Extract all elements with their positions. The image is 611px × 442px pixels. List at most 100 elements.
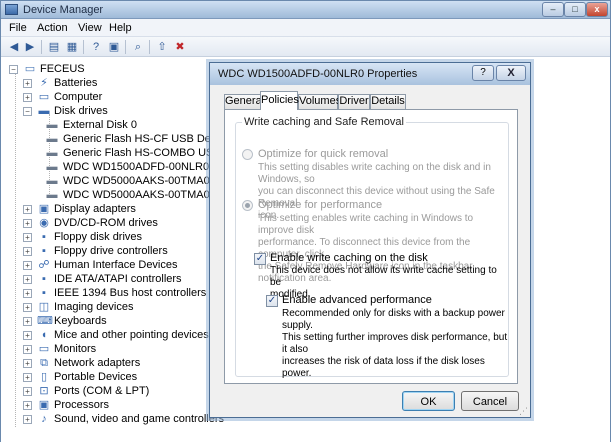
properties-icon[interactable]: ▣ [107,40,121,54]
menu-file[interactable]: File [9,22,27,34]
device-manager-icon [5,4,18,15]
tree-item-label: Ports (COM & LPT) [54,385,150,397]
properties-dialog: WDC WD1500ADFD-00NLR0 Properties ? X Gen… [209,62,531,418]
maximize-button[interactable]: □ [564,2,586,17]
expander[interactable]: + [23,331,32,340]
device-category-icon: ◉ [39,217,49,229]
expander[interactable]: + [23,415,32,424]
forward-icon[interactable]: ▶ [23,40,37,54]
scan-hardware-icon[interactable]: ⌕ [131,40,145,54]
device-category-icon: ⧉ [40,357,48,369]
tree-item-label: IEEE 1394 Bus host controllers [54,287,207,299]
tab-general[interactable]: General [224,94,264,109]
show-hide-tree-icon[interactable]: ▤ [47,40,61,54]
expander[interactable]: + [23,93,32,102]
expander[interactable]: + [23,359,32,368]
write-cache-checkbox[interactable]: ✓ [254,253,266,265]
expander[interactable]: + [23,205,32,214]
device-category-icon: ▭ [38,91,50,103]
tree-item-label: Monitors [54,343,97,355]
device-category-icon: ♪ [41,413,47,425]
dialog-close-button[interactable]: X [496,65,526,81]
menu-action[interactable]: Action [37,22,68,34]
device-category-icon: ▬ [46,161,58,173]
device-category-icon: ⊡ [39,385,49,397]
expander[interactable]: − [23,107,32,116]
tree-root-label: FECEUS [40,63,85,75]
title-bar[interactable]: Device Manager – □ x [1,1,610,19]
device-category-icon: ▬ [46,189,58,201]
view-icon[interactable]: ▦ [65,40,79,54]
device-category-icon: ▣ [38,203,50,215]
write-caching-group: Write caching and Safe Removal Optimize … [235,116,509,379]
expander[interactable]: + [23,317,32,326]
back-icon[interactable]: ◀ [7,40,21,54]
minimize-button[interactable]: – [542,2,564,17]
expander[interactable]: + [23,373,32,382]
tree-item-label: IDE ATA/ATAPI controllers [54,273,182,285]
expander[interactable]: + [23,233,32,242]
tree-item-label: WDC WD5000AAKS-00TMA0 [63,175,210,187]
tab-volumes[interactable]: Volumes [298,94,341,109]
tree-item-label: WDC WD5000AAKS-00TMA0 [63,189,210,201]
device-category-icon: ▪ [42,231,46,243]
menu-help[interactable]: Help [109,22,132,34]
expander[interactable]: + [23,79,32,88]
tree-item-label: Network adapters [54,357,141,369]
device-category-icon: ▪ [42,273,46,285]
expander[interactable]: + [23,387,32,396]
toolbar-separator [149,40,150,54]
expander[interactable]: + [23,303,32,312]
dialog-help-button[interactable]: ? [472,65,494,81]
tree-item-label: Imaging devices [54,301,134,313]
expander[interactable]: + [23,261,32,270]
resize-grip-icon[interactable]: ⋰ [516,405,528,417]
tree-item-label: Computer [54,91,103,103]
uninstall-icon[interactable]: ✖ [173,40,187,54]
policies-panel: Write caching and Safe Removal Optimize … [224,109,518,384]
help-icon[interactable]: ? [89,40,103,54]
update-driver-icon[interactable]: ⇧ [155,40,169,54]
group-label: Write caching and Safe Removal [242,116,406,128]
expander[interactable]: + [23,289,32,298]
tree-item-label: Human Interface Devices [54,259,178,271]
device-category-icon: ▪ [42,245,46,257]
performance-label[interactable]: Optimize for performance [258,199,382,211]
close-button[interactable]: x [586,2,608,17]
toolbar-separator [125,40,126,54]
quick-removal-radio[interactable] [242,149,253,160]
tree-item-label: Keyboards [54,315,107,327]
device-category-icon: ▣ [38,399,50,411]
expander[interactable]: + [23,275,32,284]
ok-button[interactable]: OK [402,391,455,411]
expander[interactable]: + [23,401,32,410]
device-category-icon: ▯ [40,371,48,383]
dialog-title-bar[interactable]: WDC WD1500ADFD-00NLR0 Properties ? X [210,63,530,85]
write-cache-label[interactable]: Enable write caching on the disk [270,252,428,264]
tab-driver[interactable]: Driver [338,94,370,109]
tree-item-label: External Disk 0 [63,119,137,131]
expander[interactable]: + [23,345,32,354]
advanced-performance-description: Recommended only for disks with a backup… [282,308,508,379]
advanced-performance-label[interactable]: Enable advanced performance [282,294,432,306]
device-category-icon: ▪ [42,287,46,299]
device-category-icon: ▬ [46,119,58,131]
advanced-performance-checkbox[interactable]: ✓ [266,295,278,307]
expander[interactable]: + [23,247,32,256]
expander[interactable]: + [23,219,32,228]
tab-policies[interactable]: Policies [260,91,299,110]
performance-radio[interactable] [242,200,253,211]
tree-item-label: Portable Devices [54,371,138,383]
device-category-icon: ☍ [38,259,50,271]
menu-view[interactable]: View [78,22,102,34]
tab-details[interactable]: Details [370,94,406,109]
device-category-icon: ▬ [46,175,58,187]
tree-item-label: Floppy disk drives [54,231,143,243]
device-category-icon: ▬ [38,105,50,117]
tree-item-label: Floppy drive controllers [54,245,168,257]
expander[interactable]: − [9,65,18,74]
cancel-button[interactable]: Cancel [461,391,519,411]
tree-item-label: DVD/CD-ROM drives [54,217,158,229]
quick-removal-label[interactable]: Optimize for quick removal [258,148,388,160]
device-category-icon: ⌨ [37,315,53,327]
